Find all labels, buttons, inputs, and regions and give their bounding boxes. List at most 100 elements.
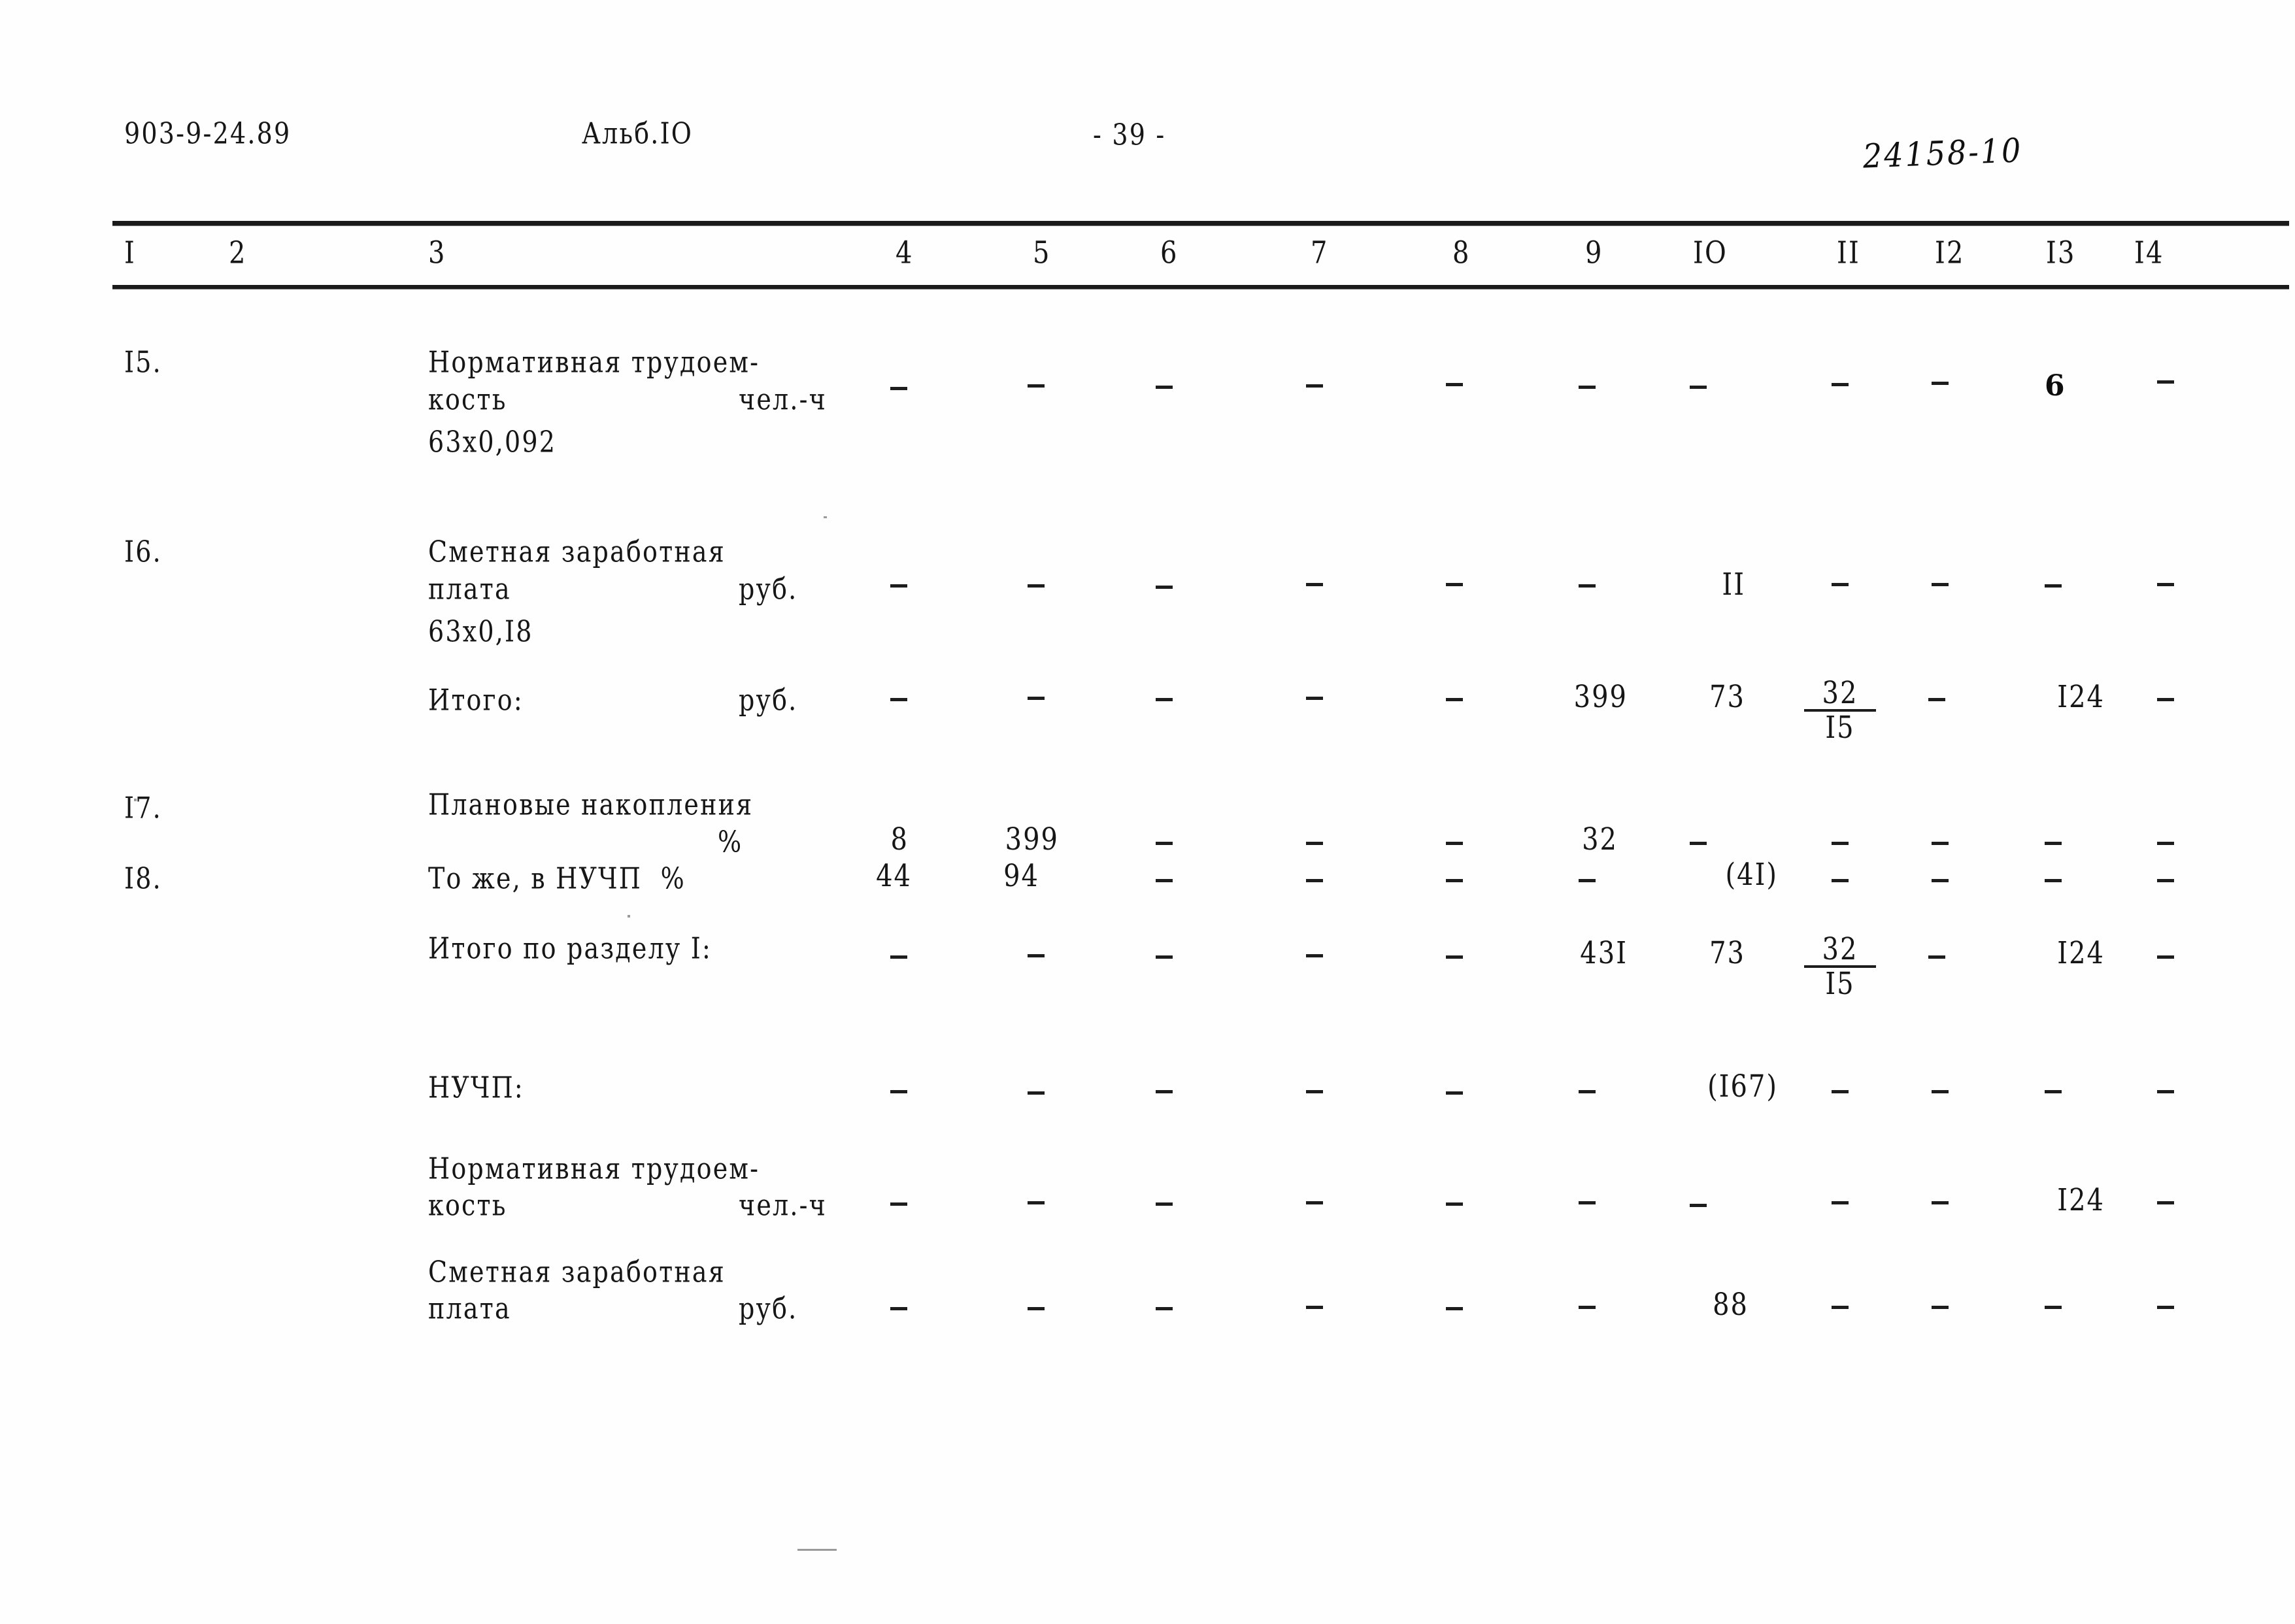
cell-dash <box>2157 1090 2174 1093</box>
column-header-1: I <box>124 235 137 271</box>
cell-value-col10: 73 <box>1709 680 1745 715</box>
cell-dash <box>1832 583 1849 586</box>
row-formula: 63х0,092 <box>428 425 557 459</box>
column-header-8: 8 <box>1452 235 1471 271</box>
cell-dash <box>1690 386 1707 389</box>
cell-dash <box>1446 879 1463 882</box>
row-name-section-total: Итого по разделу I: <box>428 931 712 965</box>
cell-dash <box>1156 1202 1173 1206</box>
cell-dash <box>1028 1091 1045 1095</box>
cell-dash <box>1028 1201 1045 1204</box>
cell-dash <box>1579 879 1596 882</box>
scan-speckle <box>628 915 630 918</box>
cell-dash <box>1446 583 1463 586</box>
handwritten-archive-number: 24158-10 <box>1862 130 2024 176</box>
cell-dash <box>2045 879 2062 882</box>
cell-fraction-col11: 32 I5 <box>1804 932 1876 1001</box>
cell-dash <box>1028 384 1045 388</box>
cell-dash <box>1028 954 1045 957</box>
cell-dash <box>2157 1201 2174 1204</box>
cell-dash <box>1832 1306 1849 1309</box>
column-header-3: 3 <box>428 235 446 271</box>
cell-dash <box>1306 1306 1323 1309</box>
cell-dash <box>1306 384 1323 388</box>
cell-dash <box>1579 1306 1596 1309</box>
row-name-line2: плата <box>428 572 511 606</box>
row-name-line1: Сметная заработная <box>428 535 726 569</box>
cell-dash <box>2157 698 2174 701</box>
row-name-line1: То же, в НУЧП % <box>428 861 686 895</box>
cell-dash <box>2157 879 2174 882</box>
column-header-10: IO <box>1693 235 1728 271</box>
cell-dash <box>2045 584 2062 588</box>
cell-dash <box>1932 382 1949 385</box>
cell-dash <box>890 387 907 390</box>
column-header-9: 9 <box>1585 235 1603 271</box>
cell-dash <box>1446 1307 1463 1310</box>
cell-value-col4: 8 <box>890 822 909 857</box>
cell-dash <box>1156 1307 1173 1310</box>
cell-dash <box>2045 1306 2062 1309</box>
cell-dash <box>1156 1090 1173 1093</box>
cell-dash <box>1306 954 1323 957</box>
cell-dash <box>1028 584 1045 588</box>
cell-dash <box>1832 842 1849 845</box>
row-name-line2: плата <box>428 1291 511 1325</box>
cell-value-col9: 43I <box>1580 936 1628 971</box>
cell-value-col9: 32 <box>1582 822 1618 857</box>
cell-dash <box>1156 842 1173 845</box>
cell-dash <box>1579 584 1596 588</box>
row-unit: руб. <box>739 1291 798 1325</box>
cell-value-col10: II <box>1722 567 1745 603</box>
cell-dash <box>890 1307 907 1310</box>
scan-speckle <box>824 516 827 518</box>
cell-dash <box>1446 1202 1463 1206</box>
cell-dash <box>1156 386 1173 389</box>
row-name-line2: кость <box>428 1188 507 1222</box>
cell-dash <box>1932 842 1949 845</box>
cell-value-col9: 399 <box>1573 680 1628 715</box>
cell-dash <box>1932 1201 1949 1204</box>
cell-value-col10: 73 <box>1709 936 1745 971</box>
fraction-denominator: I5 <box>1825 710 1855 746</box>
cell-dash <box>1932 1090 1949 1093</box>
page-number: - 39 - <box>1093 118 1166 152</box>
cell-dash <box>1306 1201 1323 1204</box>
row-name-nuchp: НУЧП: <box>428 1070 524 1104</box>
album-label: Альб.IO <box>582 116 694 150</box>
column-header-7: 7 <box>1311 235 1329 271</box>
row-unit: чел.-ч <box>739 1188 827 1222</box>
cell-dash <box>1446 842 1463 845</box>
row-number: I8. <box>124 861 162 895</box>
fraction-numerator: 32 <box>1822 932 1858 967</box>
cell-value-col10: (4I) <box>1725 857 1778 893</box>
row-name-line1: Плановые накопления <box>428 787 754 821</box>
row-name-total: Итого: <box>428 683 524 717</box>
cell-dash <box>1156 586 1173 589</box>
column-header-4: 4 <box>896 235 914 271</box>
table-rule-bottom <box>112 285 2289 289</box>
fraction-numerator: 32 <box>1822 676 1858 711</box>
cell-dash <box>1306 842 1323 845</box>
row-name-line1: Нормативная трудоем- <box>428 345 760 379</box>
scan-speckle <box>797 1549 837 1551</box>
column-header-11: II <box>1837 235 1861 271</box>
cell-dash <box>1928 698 1945 701</box>
cell-value-col10: (I67) <box>1707 1069 1778 1104</box>
table-rule-top <box>112 221 2289 225</box>
cell-value-col13: I24 <box>2057 680 2105 715</box>
cell-dash <box>890 955 907 959</box>
cell-dash <box>2157 955 2174 959</box>
scan-speckle <box>134 799 137 801</box>
column-header-6: 6 <box>1160 235 1179 271</box>
cell-dash <box>1579 386 1596 389</box>
cell-dash <box>1156 879 1173 882</box>
column-header-13: I3 <box>2046 235 2076 271</box>
column-header-12: I2 <box>1935 235 1965 271</box>
cell-dash <box>1028 697 1045 700</box>
cell-dash <box>1446 383 1463 386</box>
cell-dash <box>1832 1201 1849 1204</box>
cell-dash <box>2157 842 2174 845</box>
row-unit: чел.-ч <box>739 382 827 416</box>
cell-dash <box>1832 1090 1849 1093</box>
